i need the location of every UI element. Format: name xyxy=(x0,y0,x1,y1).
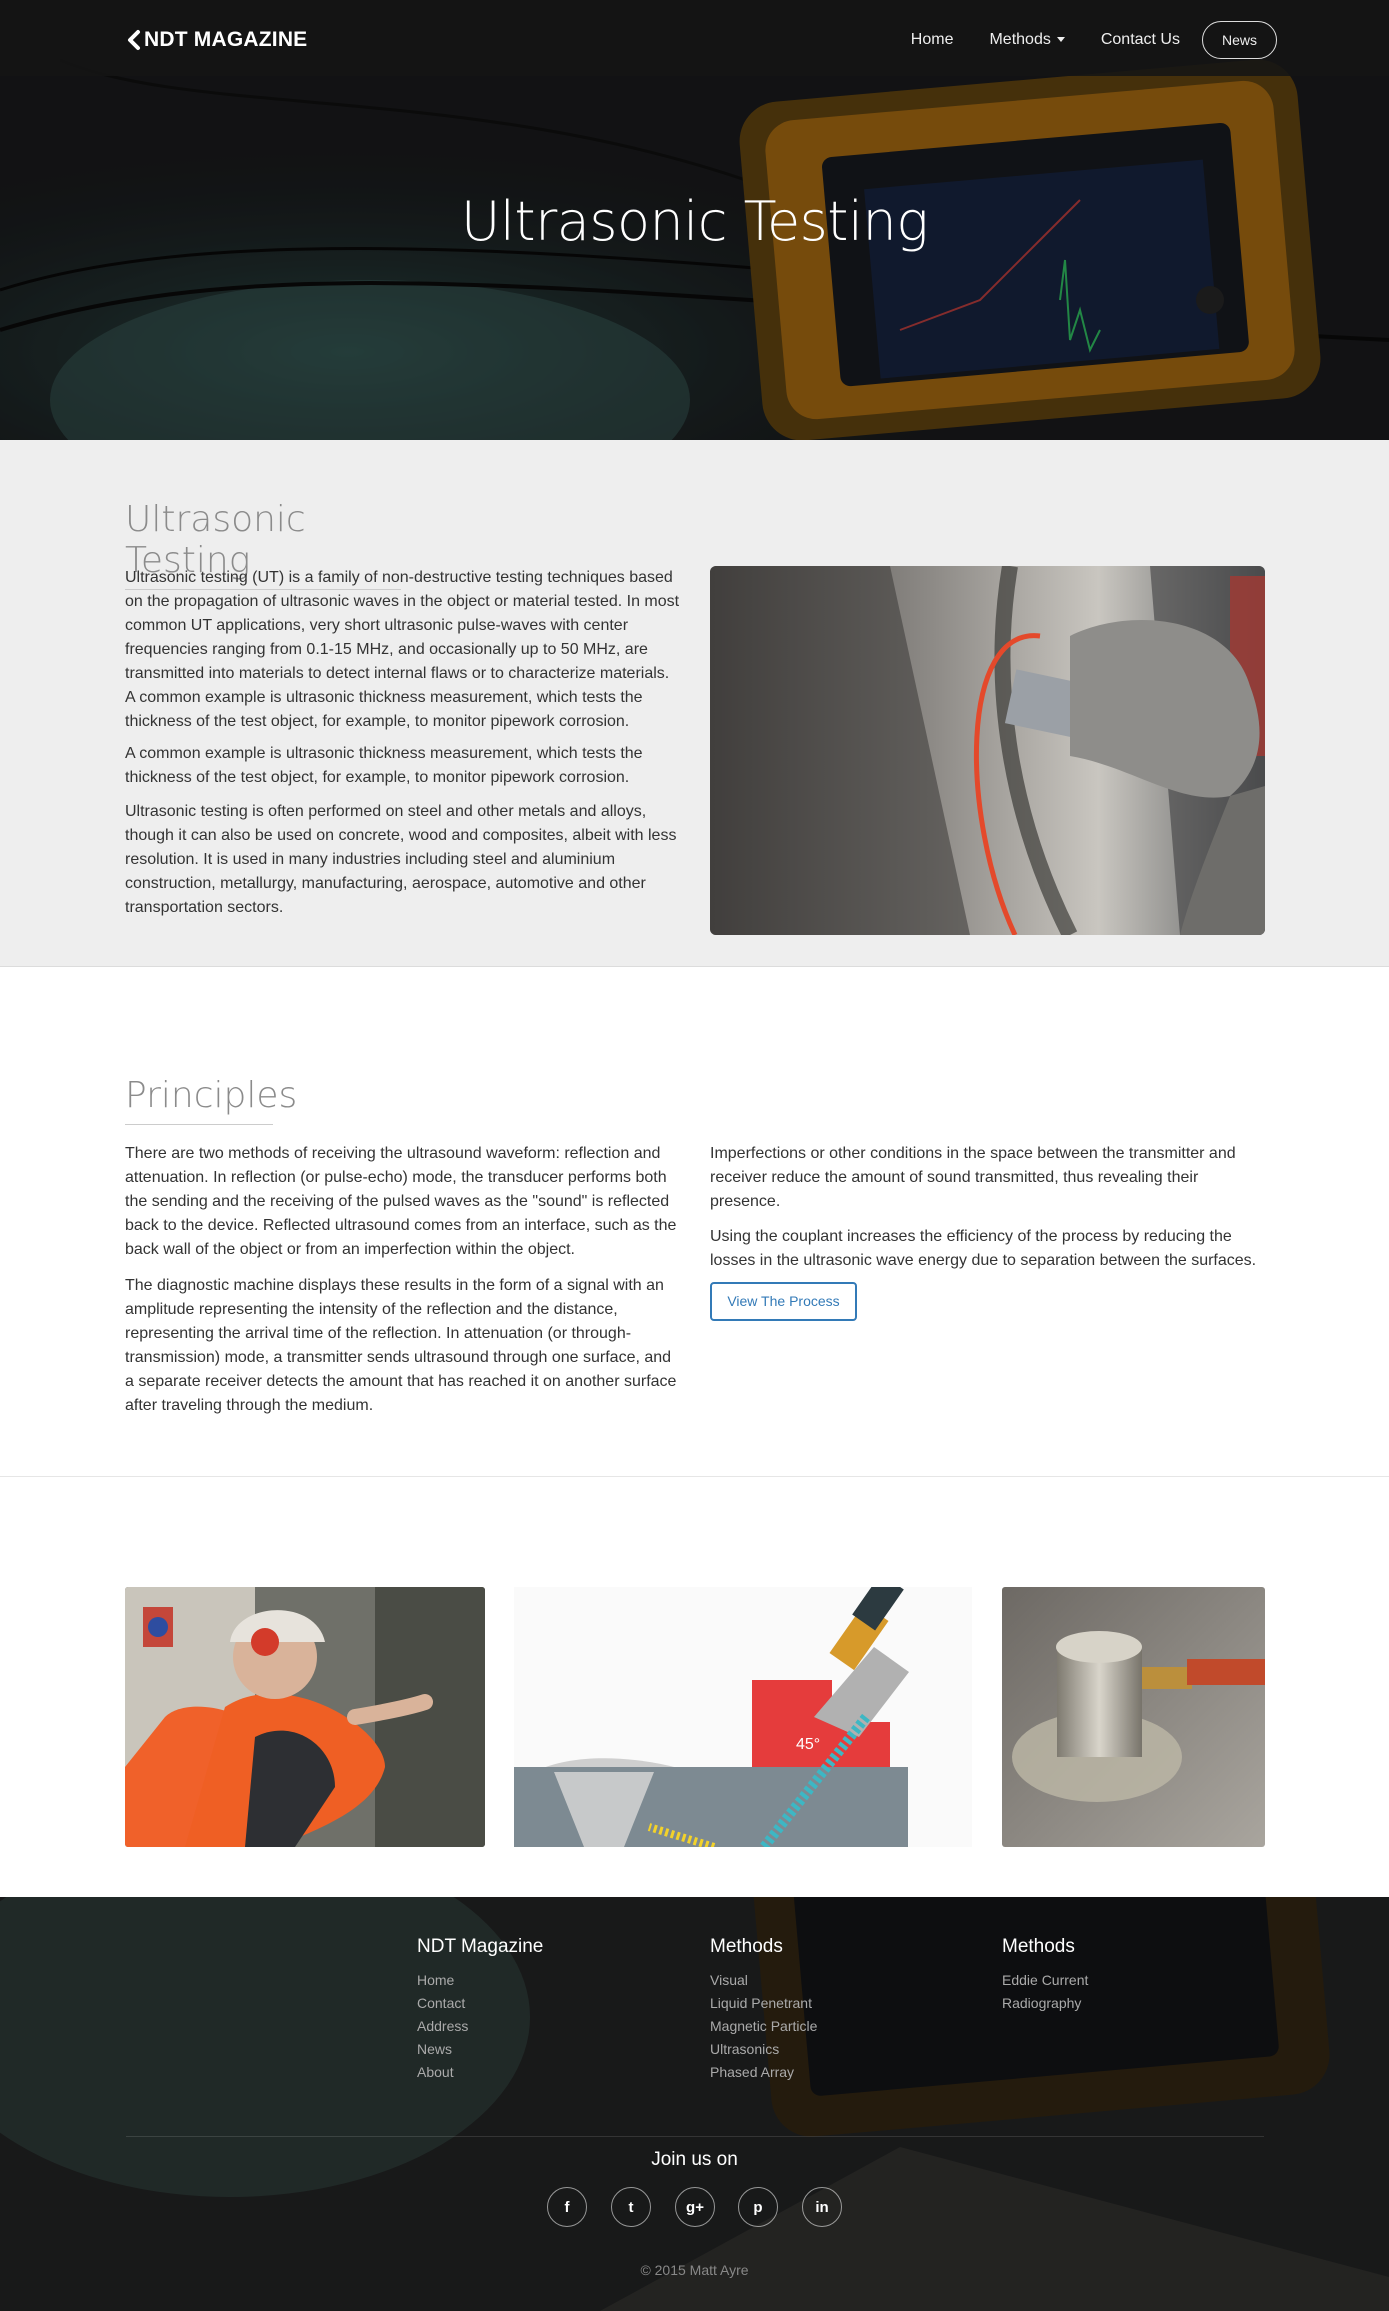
news-button[interactable]: News xyxy=(1201,21,1277,59)
footer-col1-title: NDT Magazine xyxy=(417,1936,544,1957)
nav-contact-link[interactable]: Contact Us xyxy=(1101,31,1180,49)
footer-link-about[interactable]: About xyxy=(417,2064,454,2080)
gallery-section: 45° xyxy=(0,1477,1389,1897)
angle-label: 45° xyxy=(796,1736,820,1753)
principles-section: Principles There are two methods of rece… xyxy=(0,967,1389,1477)
site-footer: NDT Magazine Home Contact Address News A… xyxy=(0,1897,1389,2311)
google-plus-icon[interactable]: g+ xyxy=(675,2187,715,2227)
footer-background-image xyxy=(0,1897,1389,2311)
intro-paragraph-2: A common example is ultrasonic thickness… xyxy=(125,745,643,786)
chevron-left-icon xyxy=(128,30,140,50)
footer-link-liquid-penetrant[interactable]: Liquid Penetrant xyxy=(710,1995,812,2011)
inspector-photo xyxy=(125,1587,485,1847)
join-us-heading: Join us on xyxy=(651,2149,738,2170)
nav-methods-label: Methods xyxy=(989,31,1051,48)
principles-left-paragraph-1: There are two methods of receiving the u… xyxy=(125,1145,677,1258)
footer-link-eddie-current[interactable]: Eddie Current xyxy=(1002,1972,1088,1988)
twitter-icon[interactable]: t xyxy=(611,2187,651,2227)
footer-link-visual[interactable]: Visual xyxy=(710,1972,748,1988)
footer-col2-title: Methods xyxy=(710,1936,783,1957)
principles-title: Principles xyxy=(125,1075,297,1125)
principles-right-paragraph-2: Using the couplant increases the efficie… xyxy=(710,1228,1257,1269)
nav-methods-dropdown[interactable]: Methods xyxy=(989,31,1065,49)
caret-down-icon xyxy=(1056,37,1065,43)
copyright-text: © 2015 Matt Ayre xyxy=(640,2262,749,2278)
view-process-button[interactable]: View The Process xyxy=(710,1282,857,1321)
principles-left-paragraph-2: The diagnostic machine displays these re… xyxy=(125,1277,677,1414)
footer-link-radiography[interactable]: Radiography xyxy=(1002,1995,1081,2011)
top-navbar: NDT MAGAZINE Home Methods Contact Us New… xyxy=(0,0,1389,76)
nav-links: Home Methods Contact Us News xyxy=(875,21,1277,59)
pinterest-icon[interactable]: p xyxy=(738,2187,778,2227)
footer-link-contact[interactable]: Contact xyxy=(417,1995,465,2011)
brand-name: NDT MAGAZINE xyxy=(144,28,308,51)
linkedin-icon[interactable]: in xyxy=(802,2187,842,2227)
nav-home-link[interactable]: Home xyxy=(911,31,954,49)
footer-link-phased-array[interactable]: Phased Array xyxy=(710,2064,794,2080)
facebook-icon[interactable]: f xyxy=(547,2187,587,2227)
footer-link-home[interactable]: Home xyxy=(417,1972,454,1988)
brand-logo[interactable]: NDT MAGAZINE xyxy=(126,28,307,52)
footer-link-address[interactable]: Address xyxy=(417,2018,468,2034)
hero-title: Ultrasonic Testing xyxy=(460,190,929,253)
footer-divider xyxy=(126,2136,1264,2137)
intro-section: Ultrasonic Testing Ultrasonic testing (U… xyxy=(0,440,1389,967)
intro-paragraph-3: Ultrasonic testing is often performed on… xyxy=(125,803,677,916)
intro-paragraph-1: Ultrasonic testing (UT) is a family of n… xyxy=(125,569,680,730)
footer-link-news[interactable]: News xyxy=(417,2041,452,2057)
footer-col3-title: Methods xyxy=(1002,1936,1075,1957)
angle-probe-diagram: 45° xyxy=(514,1587,972,1847)
footer-link-ultrasonics[interactable]: Ultrasonics xyxy=(710,2041,779,2057)
footer-link-magnetic-particle[interactable]: Magnetic Particle xyxy=(710,2018,817,2034)
contact-probe-photo xyxy=(1002,1587,1265,1847)
principles-right-paragraph-1: Imperfections or other conditions in the… xyxy=(710,1145,1236,1210)
probe-on-pipe-photo xyxy=(710,566,1265,935)
